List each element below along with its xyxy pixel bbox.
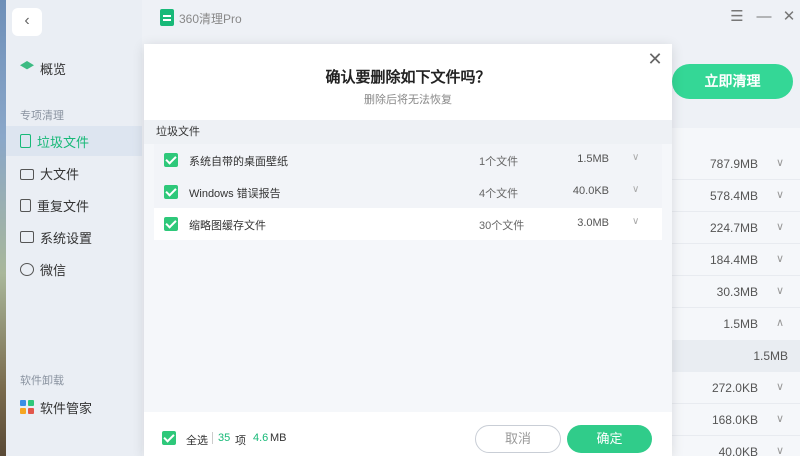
result-row[interactable]: 787.9MB ∨ — [664, 148, 800, 180]
sidebar-item-label: 大文件 — [40, 166, 80, 182]
result-size: 578.4MB — [709, 189, 758, 203]
checkbox[interactable] — [164, 153, 178, 167]
chevron-down-icon[interactable]: ∨ — [776, 412, 784, 425]
sidebar-item-junk-files[interactable]: 垃圾文件 — [6, 126, 142, 156]
folder-icon — [20, 168, 34, 180]
sidebar-item-system-settings[interactable]: 系统设置 — [6, 222, 142, 252]
back-button[interactable]: ‹ — [12, 8, 42, 36]
file-count: 30个文件 — [479, 220, 525, 232]
chevron-down-icon[interactable]: ∨ — [632, 184, 639, 195]
result-size: 40.0KB — [718, 445, 758, 456]
result-row[interactable]: 1.5MB ∧ — [664, 308, 800, 340]
sidebar-item-software-manager[interactable]: 软件管家 — [6, 392, 142, 422]
duplicate-file-icon — [20, 198, 31, 212]
wechat-icon — [20, 262, 34, 276]
section-label-cleanup: 专项清理 — [20, 110, 64, 122]
dialog-title: 确认要删除如下文件吗？ — [325, 69, 491, 86]
title-bar: 360清理Pro ☰ — ✕ — [142, 0, 800, 36]
file-name: 系统自带的桌面壁纸 — [189, 156, 288, 168]
sidebar-item-label: 概览 — [40, 61, 67, 77]
close-window-icon[interactable]: ✕ — [780, 8, 798, 26]
sidebar-item-large-files[interactable]: 大文件 — [6, 158, 142, 188]
file-count: 1个文件 — [479, 156, 519, 168]
result-row[interactable]: 578.4MB ∨ — [664, 180, 800, 212]
chevron-down-icon[interactable]: ∨ — [776, 252, 784, 265]
chevron-down-icon[interactable]: ∨ — [632, 216, 639, 227]
sidebar-item-label: 垃圾文件 — [37, 134, 90, 150]
chevron-down-icon[interactable]: ∨ — [776, 444, 784, 456]
group-header: 垃圾文件 — [144, 120, 672, 144]
result-size: 30.3MB — [716, 285, 758, 299]
file-size: 40.0KB — [572, 185, 609, 197]
confirm-delete-dialog: ✕ 确认要删除如下文件吗？ 删除后将无法恢复 垃圾文件 系统自带的桌面壁纸 1个… — [144, 44, 672, 456]
sidebar-item-overview[interactable]: 概览 — [6, 53, 142, 83]
chevron-down-icon[interactable]: ∨ — [776, 380, 784, 393]
apps-grid-icon — [20, 400, 34, 414]
sidebar-item-duplicate-files[interactable]: 重复文件 — [6, 190, 142, 220]
confirm-button[interactable]: 确定 — [567, 425, 652, 453]
dialog-subtitle: 删除后将无法恢复 — [364, 94, 452, 106]
cancel-button[interactable]: 取消 — [475, 425, 561, 453]
file-name: 缩略图缓存文件 — [189, 220, 266, 232]
sidebar-item-label: 重复文件 — [37, 198, 90, 214]
sidebar-item-label: 系统设置 — [40, 230, 93, 246]
result-row[interactable]: 224.7MB ∨ — [664, 212, 800, 244]
selected-size-unit: MB — [270, 432, 287, 444]
result-size: 184.4MB — [709, 253, 758, 267]
file-size: 3.0MB — [577, 217, 609, 229]
chevron-down-icon[interactable]: ∨ — [776, 284, 784, 297]
select-all-label[interactable]: 全选 — [186, 432, 208, 448]
clean-now-button[interactable]: 立即清理 — [672, 64, 793, 99]
file-row[interactable]: Windows 错误报告 4个文件 40.0KB ∨ — [154, 176, 662, 208]
result-size: 224.7MB — [709, 221, 758, 235]
sidebar-item-label: 软件管家 — [40, 400, 93, 416]
selected-size: 4.6 — [253, 432, 269, 444]
minimize-icon[interactable]: — — [755, 8, 773, 26]
sidebar-item-label: 微信 — [40, 262, 67, 278]
document-icon — [20, 134, 31, 148]
result-row[interactable]: 30.3MB ∨ — [664, 276, 800, 308]
result-subrow[interactable]: 1.5MB — [664, 340, 800, 372]
result-size: 1.5MB — [723, 317, 758, 331]
checkbox[interactable] — [164, 185, 178, 199]
result-row[interactable]: 40.0KB ∨ — [664, 436, 800, 456]
result-row[interactable]: 272.0KB ∨ — [664, 372, 800, 404]
file-size: 1.5MB — [577, 153, 609, 165]
app-title: 360清理Pro — [179, 12, 242, 26]
section-label-uninstall: 软件卸载 — [20, 375, 64, 387]
file-name: Windows 错误报告 — [189, 188, 281, 200]
sidebar-item-wechat[interactable]: 微信 — [6, 254, 142, 284]
selected-count: 35 — [218, 432, 231, 444]
file-row[interactable]: 系统自带的桌面壁纸 1个文件 1.5MB ∨ — [154, 144, 662, 176]
selected-count-unit: 项 — [235, 435, 246, 447]
result-size: 272.0KB — [711, 381, 758, 395]
divider — [212, 432, 213, 444]
sidebar: ‹ 概览 专项清理 垃圾文件 大文件 重复文件 系统设置 微信 软件卸载 软件管… — [6, 0, 142, 456]
app-logo-icon — [160, 9, 174, 26]
file-count: 4个文件 — [479, 188, 519, 200]
menu-icon[interactable]: ☰ — [728, 8, 746, 26]
dialog-footer: 全选 35 项 4.6 MB 取消 确定 — [144, 412, 672, 456]
chevron-down-icon[interactable]: ∨ — [776, 188, 784, 201]
result-size: 168.0KB — [711, 413, 758, 427]
result-row[interactable]: 168.0KB ∨ — [664, 404, 800, 436]
file-row[interactable]: 缩略图缓存文件 30个文件 3.0MB ∨ — [154, 208, 662, 240]
chevron-down-icon[interactable]: ∨ — [776, 220, 784, 233]
chevron-down-icon[interactable]: ∨ — [776, 156, 784, 169]
settings-panel-icon — [20, 231, 34, 243]
layers-icon — [20, 61, 34, 70]
select-all-checkbox[interactable] — [162, 431, 176, 445]
result-size: 787.9MB — [709, 157, 758, 171]
result-size: 1.5MB — [753, 349, 788, 363]
file-list: 系统自带的桌面壁纸 1个文件 1.5MB ∨ Windows 错误报告 4个文件… — [144, 144, 672, 412]
checkbox[interactable] — [164, 217, 178, 231]
result-row[interactable]: 184.4MB ∨ — [664, 244, 800, 276]
chevron-up-icon[interactable]: ∧ — [776, 316, 784, 329]
chevron-down-icon[interactable]: ∨ — [632, 152, 639, 163]
